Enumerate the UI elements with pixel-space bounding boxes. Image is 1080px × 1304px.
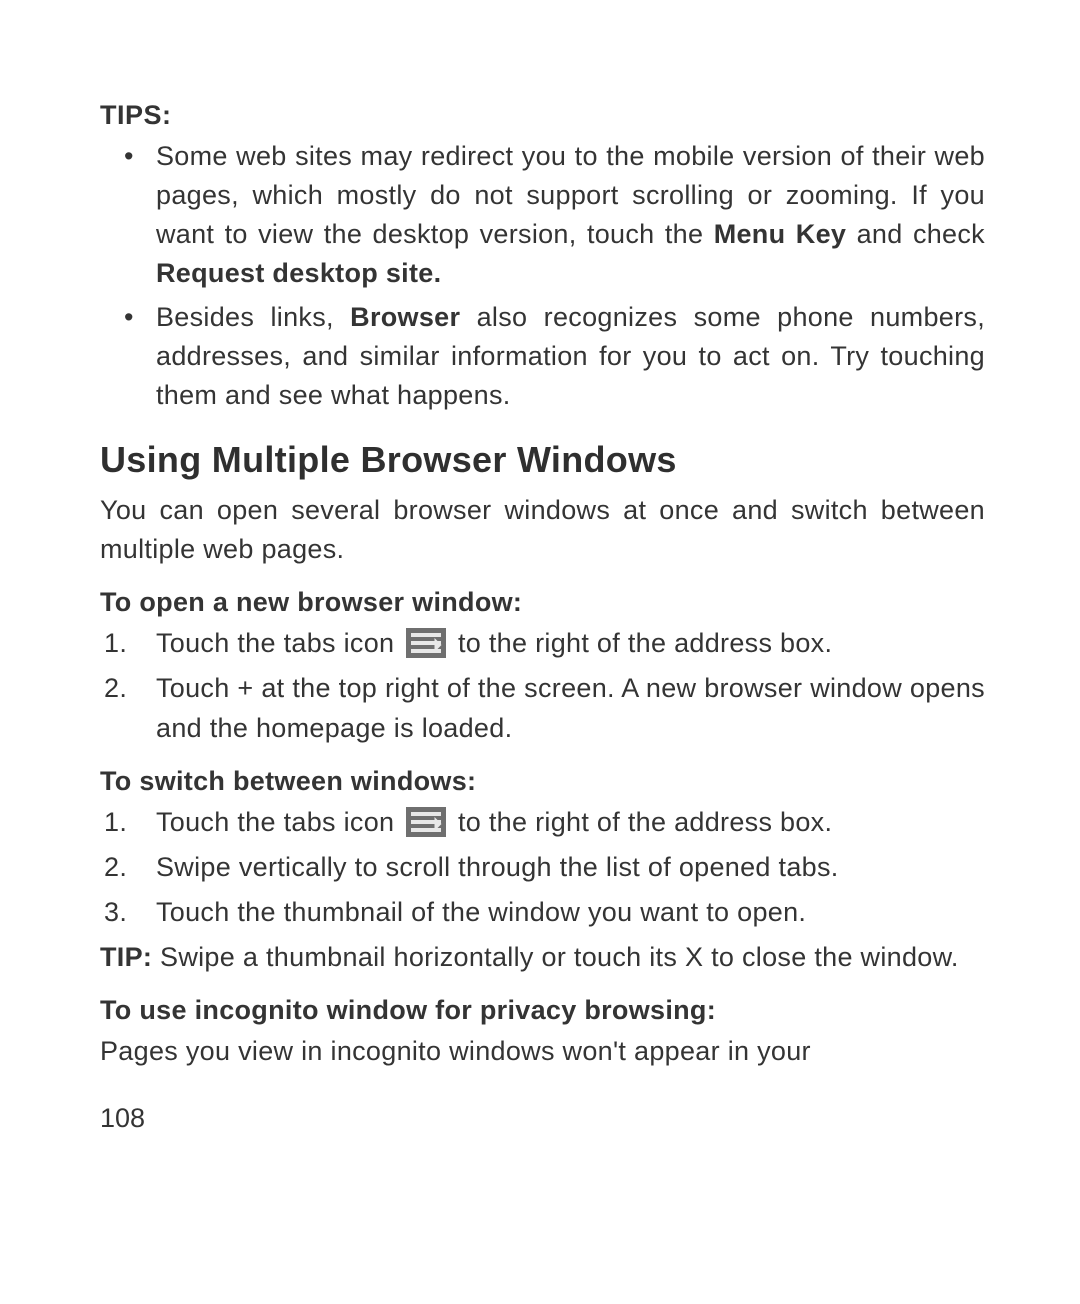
list-item: Touch the tabs icon to the right of the … <box>100 624 985 663</box>
list-item: Swipe vertically to scroll through the l… <box>100 848 985 887</box>
step-text: Touch the tabs icon <box>156 807 402 837</box>
step-text: Touch + at the top right of the screen. … <box>156 673 985 742</box>
list-item: Touch the thumbnail of the window you wa… <box>100 893 985 932</box>
step-text: Touch the thumbnail of the window you wa… <box>156 897 806 927</box>
subheading-open: To open a new browser window: <box>100 587 985 618</box>
tabs-icon <box>406 807 446 837</box>
tabs-icon <box>406 628 446 658</box>
tip-item: Some web sites may redirect you to the m… <box>100 137 985 294</box>
tip-item: Besides links, Browser also recognizes s… <box>100 298 985 415</box>
step-text: to the right of the address box. <box>450 628 832 658</box>
tips-list: Some web sites may redirect you to the m… <box>100 137 985 415</box>
step-text: to the right of the address box. <box>450 807 832 837</box>
bold-text: Request desktop site. <box>156 258 441 288</box>
page-number: 108 <box>100 1103 145 1134</box>
subheading-switch: To switch between windows: <box>100 766 985 797</box>
bold-text: Menu Key <box>714 219 847 249</box>
open-steps-list: Touch the tabs icon to the right of the … <box>100 624 985 747</box>
list-item: Touch the tabs icon to the right of the … <box>100 803 985 842</box>
step-text: Swipe vertically to scroll through the l… <box>156 852 839 882</box>
tips-heading: TIPS: <box>100 100 985 131</box>
document-page: TIPS: Some web sites may redirect you to… <box>0 0 1080 1304</box>
bold-text: Browser <box>350 302 460 332</box>
incognito-paragraph: Pages you view in incognito windows won'… <box>100 1032 985 1071</box>
step-text: Touch the tabs icon <box>156 628 402 658</box>
tip-label: TIP: <box>100 942 152 972</box>
tip-text: Swipe a thumbnail horizontally or touch … <box>152 942 959 972</box>
intro-paragraph: You can open several browser windows at … <box>100 491 985 569</box>
list-item: Touch + at the top right of the screen. … <box>100 669 985 747</box>
tip-text: Besides links, <box>156 302 350 332</box>
section-heading: Using Multiple Browser Windows <box>100 439 985 481</box>
tip-paragraph: TIP: Swipe a thumbnail horizontally or t… <box>100 938 985 977</box>
tip-text: and check <box>846 219 985 249</box>
subheading-incognito: To use incognito window for privacy brow… <box>100 995 985 1026</box>
switch-steps-list: Touch the tabs icon to the right of the … <box>100 803 985 932</box>
